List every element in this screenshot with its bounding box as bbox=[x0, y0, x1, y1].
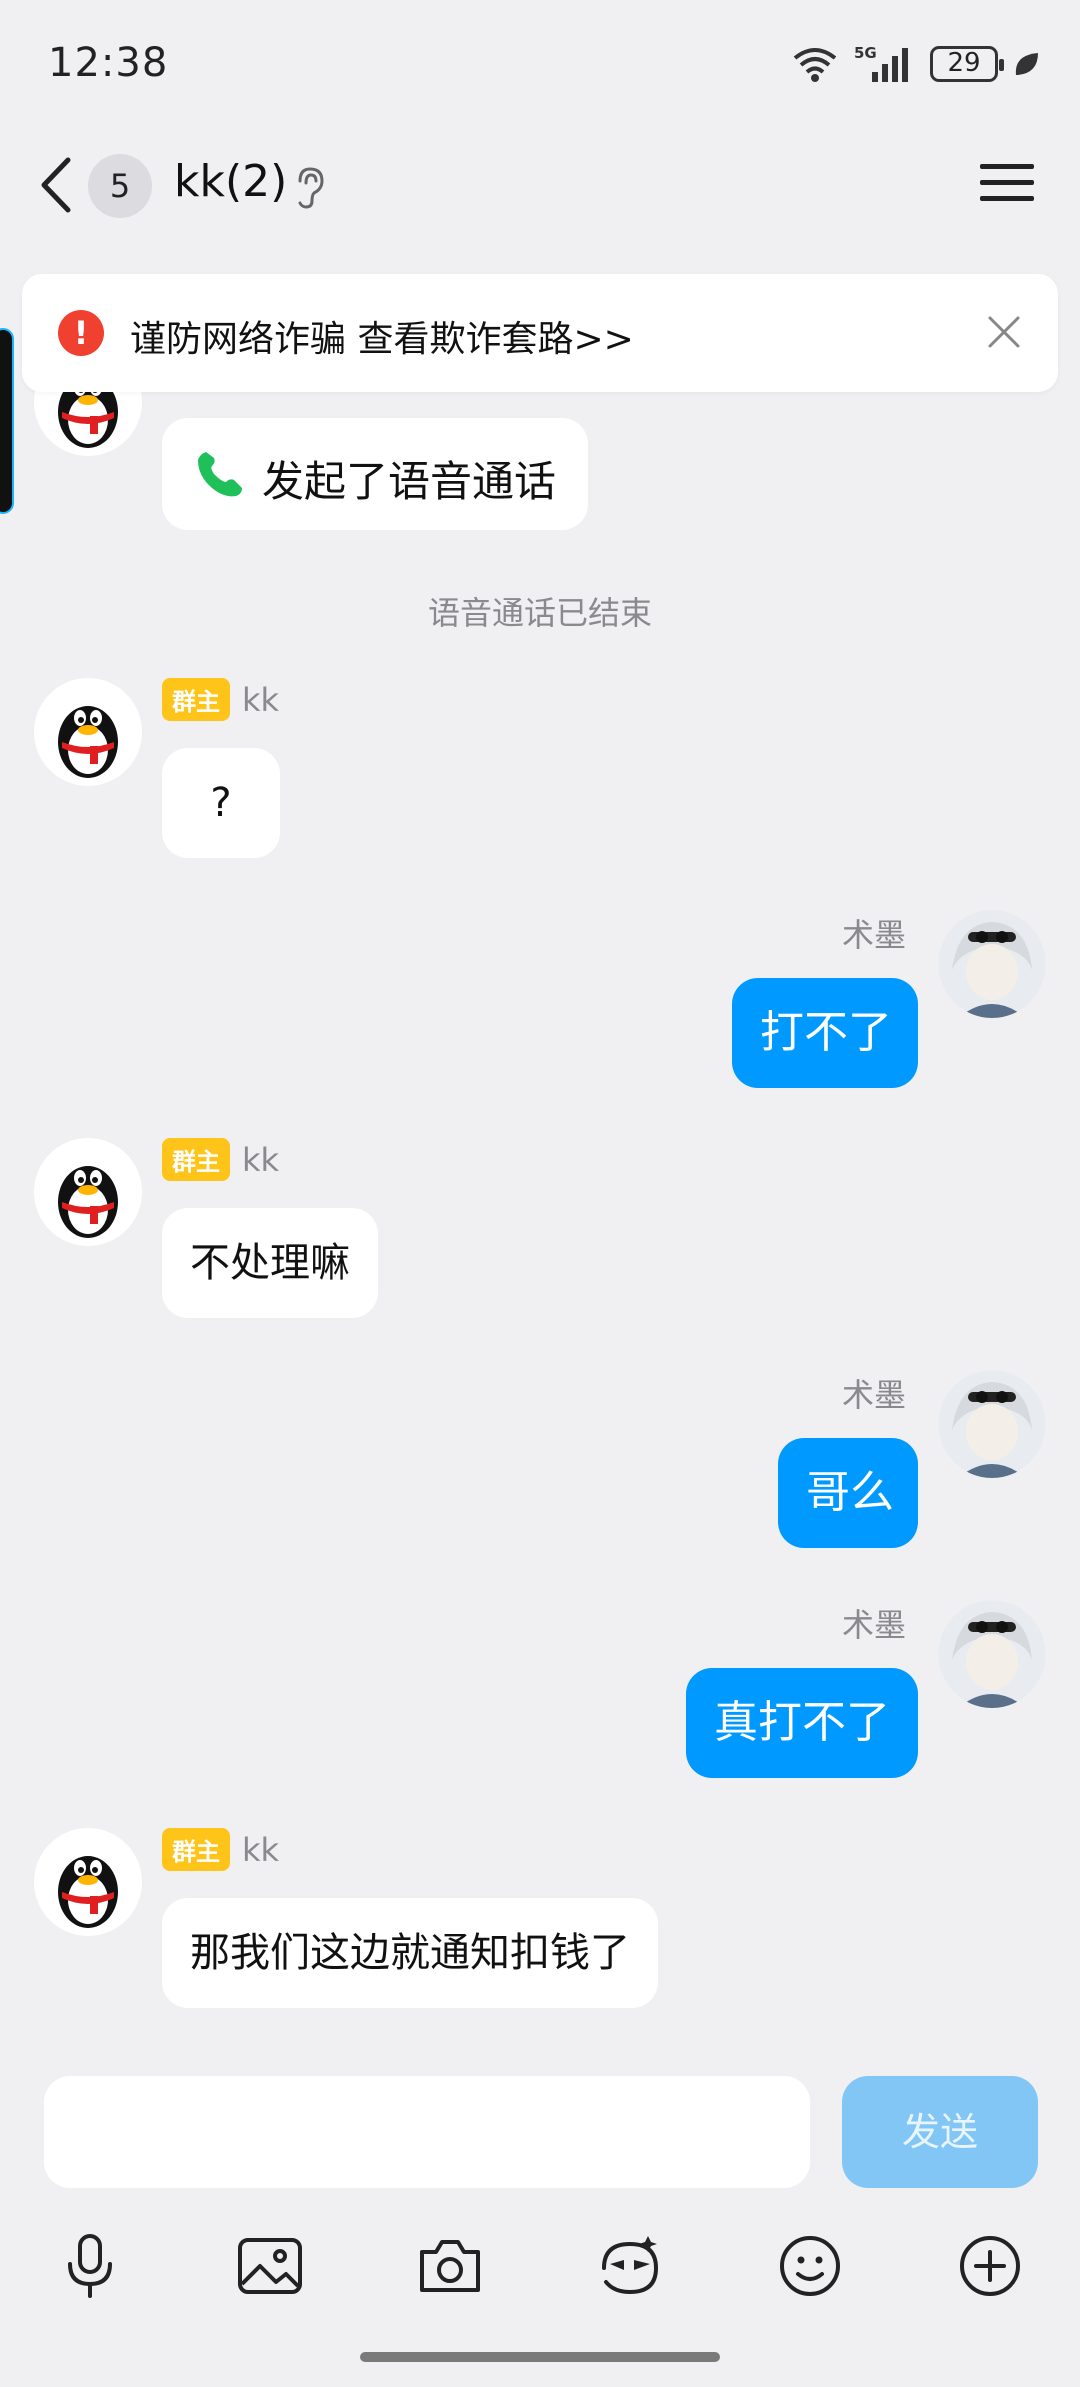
penguin-avatar-icon bbox=[58, 1166, 118, 1238]
phone-call-icon bbox=[198, 452, 242, 497]
signal-icon: 5G bbox=[854, 44, 908, 82]
chat-title[interactable]: kk(2) bbox=[174, 156, 287, 207]
system-message: 语音通话已结束 bbox=[427, 594, 652, 632]
group-owner-badge: 群主 bbox=[162, 1828, 230, 1871]
status-bar: 12:38 5G 29 bbox=[0, 0, 1080, 130]
home-indicator[interactable] bbox=[360, 2352, 720, 2362]
anime-avatar-icon bbox=[938, 1600, 1046, 1708]
fraud-warning-banner[interactable]: ! 谨防网络诈骗 查看欺诈套路>> bbox=[22, 274, 1058, 392]
sender-row: 群主 kk bbox=[162, 678, 279, 721]
message-bubble-incoming[interactable]: ? bbox=[162, 748, 280, 858]
sender-name[interactable]: kk bbox=[242, 681, 279, 719]
penguin-avatar-icon bbox=[58, 706, 118, 778]
sender-row: 群主 kk bbox=[162, 1138, 279, 1181]
sender-name[interactable]: kk bbox=[242, 1141, 279, 1179]
status-icons: 5G 29 bbox=[792, 44, 1040, 84]
floating-side-tab[interactable] bbox=[0, 328, 14, 514]
anime-avatar-icon bbox=[938, 1370, 1046, 1478]
svg-text:5G: 5G bbox=[854, 44, 877, 62]
sender-row: 群主 kk bbox=[162, 1828, 279, 1871]
anime-avatar-icon bbox=[938, 910, 1046, 1018]
message-bubble-incoming[interactable]: 那我们这边就通知扣钱了 bbox=[162, 1898, 658, 2008]
image-icon[interactable] bbox=[234, 2230, 306, 2302]
battery-indicator: 29 bbox=[930, 46, 1004, 82]
avatar-kk[interactable] bbox=[34, 1828, 142, 1936]
alert-icon: ! bbox=[58, 310, 104, 356]
composer-toolbar bbox=[0, 2216, 1080, 2316]
status-time: 12:38 bbox=[48, 40, 169, 86]
emoji-icon[interactable] bbox=[774, 2230, 846, 2302]
avatar-self[interactable] bbox=[938, 1370, 1046, 1478]
message-bubble-incoming[interactable]: 不处理嘛 bbox=[162, 1208, 378, 1318]
sender-name[interactable]: 术墨 bbox=[842, 1370, 906, 1416]
message-bubble-outgoing[interactable]: 真打不了 bbox=[686, 1668, 918, 1778]
chat-header: 5 kk(2) bbox=[0, 130, 1080, 240]
penguin-avatar-icon bbox=[58, 1856, 118, 1928]
wifi-icon bbox=[793, 48, 837, 82]
leaf-icon bbox=[1015, 53, 1038, 75]
avatar-kk[interactable] bbox=[34, 678, 142, 786]
avatar-self[interactable] bbox=[938, 910, 1046, 1018]
sender-name[interactable]: 术墨 bbox=[842, 1600, 906, 1646]
camera-icon[interactable] bbox=[414, 2230, 486, 2302]
avatar-kk[interactable] bbox=[34, 1138, 142, 1246]
voice-call-text: 发起了语音通话 bbox=[262, 457, 557, 506]
send-button[interactable]: 发送 bbox=[842, 2076, 1038, 2188]
group-owner-badge: 群主 bbox=[162, 678, 230, 721]
unread-count-badge[interactable]: 5 bbox=[88, 154, 152, 218]
group-owner-badge: 群主 bbox=[162, 1138, 230, 1181]
message-bubble-outgoing[interactable]: 打不了 bbox=[732, 978, 918, 1088]
avatar-self[interactable] bbox=[938, 1600, 1046, 1708]
sticker-icon[interactable] bbox=[594, 2230, 666, 2302]
sender-name[interactable]: kk bbox=[242, 1831, 279, 1869]
sender-name[interactable]: 术墨 bbox=[842, 910, 906, 956]
fraud-warning-text[interactable]: 谨防网络诈骗 查看欺诈套路>> bbox=[130, 310, 634, 362]
message-bubble-outgoing[interactable]: 哥么 bbox=[778, 1438, 918, 1548]
close-icon[interactable] bbox=[986, 314, 1022, 350]
message-input[interactable] bbox=[44, 2076, 810, 2188]
plus-icon[interactable] bbox=[954, 2230, 1026, 2302]
voice-call-message[interactable]: 发起了语音通话 bbox=[162, 418, 588, 530]
ear-icon[interactable] bbox=[292, 165, 328, 209]
menu-icon[interactable] bbox=[980, 160, 1034, 206]
mic-icon[interactable] bbox=[54, 2230, 126, 2302]
back-arrow-icon[interactable] bbox=[30, 152, 90, 218]
composer: 发送 bbox=[0, 2060, 1080, 2387]
